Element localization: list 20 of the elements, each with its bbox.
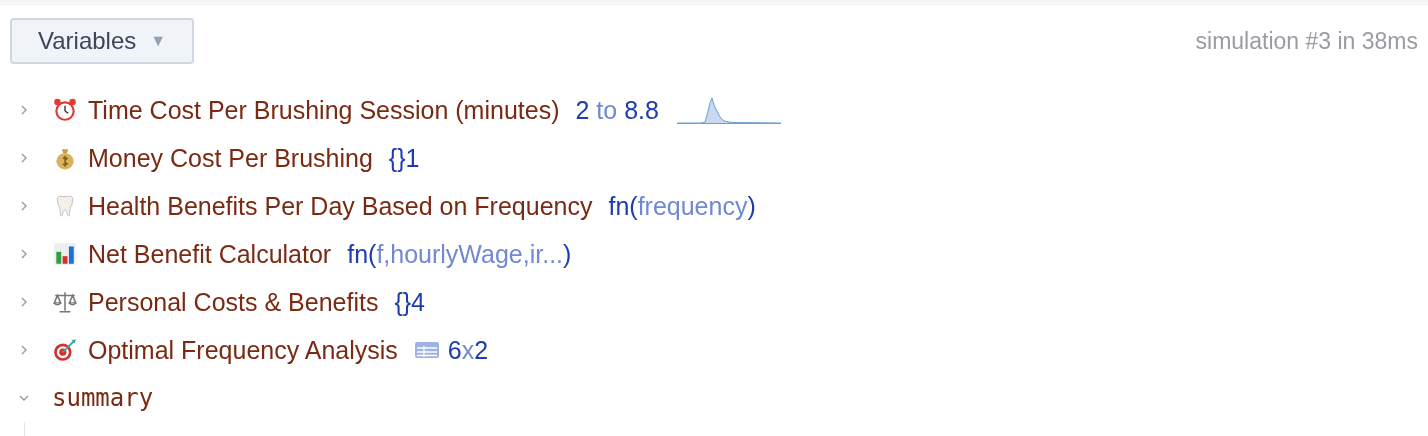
- variable-name[interactable]: Personal Costs & Benefits: [88, 287, 379, 317]
- record-value: {}4: [394, 287, 426, 317]
- range-value: 2 to 8.8: [575, 95, 659, 125]
- table-dimensions: 6x2: [447, 335, 489, 365]
- target-icon: [52, 337, 78, 363]
- variable-name[interactable]: Money Cost Per Brushing: [88, 143, 373, 173]
- alarm-clock-icon: [52, 97, 78, 123]
- variable-name[interactable]: summary: [52, 384, 154, 412]
- table-icon: [413, 340, 440, 360]
- function-signature: fn(frequency): [608, 191, 756, 221]
- bar-chart-icon: [52, 241, 78, 267]
- record-value: {}1: [388, 143, 420, 173]
- variable-name[interactable]: Health Benefits Per Day Based on Frequency: [88, 191, 593, 221]
- simulation-status: simulation #3 in 38ms: [1195, 27, 1418, 55]
- balance-scale-icon: [52, 289, 78, 315]
- variable-name[interactable]: Net Benefit Calculator: [88, 239, 332, 269]
- variables-dropdown[interactable]: Variables ▼: [10, 18, 195, 64]
- variable-name[interactable]: Optimal Frequency Analysis: [88, 335, 398, 365]
- variable-name[interactable]: Time Cost Per Brushing Session (minutes): [88, 95, 560, 125]
- function-signature: fn(f,hourlyWage,ir...): [347, 239, 572, 269]
